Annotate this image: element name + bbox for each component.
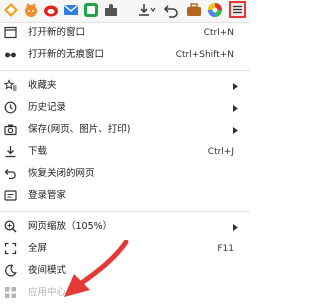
menu-item-bookmarks[interactable]: 收藏夹: [0, 75, 250, 97]
menu-divider: [0, 211, 250, 212]
menu-item-label: 打开新的窗口: [28, 27, 86, 38]
menu-item-history[interactable]: 历史记录: [0, 97, 250, 119]
color-wheel-icon[interactable]: [207, 2, 223, 18]
hamburger-menu-icon: [233, 5, 242, 14]
browser-toolbar: [0, 0, 250, 23]
undo-icon[interactable]: [163, 2, 179, 18]
submenu-arrow-icon: [233, 224, 238, 231]
submenu-arrow-icon: [233, 105, 238, 112]
menu-item-label: 全屏: [28, 243, 48, 254]
annotation-arrow-icon: [64, 240, 129, 297]
extension-diamond-icon[interactable]: [3, 2, 19, 18]
menu-item-shortcut: F11: [217, 244, 234, 254]
menu-item-new-incognito[interactable]: 打开新的无痕窗口 Ctrl+Shift+N: [0, 44, 250, 66]
menu-item-shortcut: Ctrl+N: [203, 28, 234, 38]
menu-item-save[interactable]: 保存(网页、图片、打印): [0, 119, 250, 141]
menu-item-label: 下载: [28, 146, 48, 157]
puzzle-extensions-icon[interactable]: [103, 2, 119, 18]
menu-item-label: 恢复关闭的网页: [28, 168, 95, 179]
menu-item-restore-closed[interactable]: 恢复关闭的网页: [0, 163, 250, 185]
menu-divider: [0, 70, 250, 71]
menu-item-downloads[interactable]: 下载 Ctrl+J: [0, 141, 250, 163]
extension-green-icon[interactable]: [83, 2, 99, 18]
submenu-arrow-icon: [233, 127, 238, 134]
history-clock-icon: [4, 101, 17, 114]
camera-icon: [4, 124, 17, 136]
restore-undo-icon: [4, 169, 16, 180]
fullscreen-icon: [4, 242, 17, 255]
apps-grid-icon: [5, 287, 16, 298]
extension-weibo-icon[interactable]: [43, 2, 59, 18]
menu-item-login-manager[interactable]: 登录管家: [0, 185, 250, 207]
menu-item-label: 打开新的无痕窗口: [28, 49, 105, 60]
moon-icon: [5, 264, 17, 277]
menu-item-shortcut: Ctrl+Shift+N: [175, 50, 234, 60]
extension-cat-icon[interactable]: [23, 2, 39, 18]
zoom-magnifier-icon: [4, 220, 17, 233]
briefcase-icon[interactable]: [186, 2, 202, 18]
download-icon: [5, 146, 16, 158]
new-window-icon: [4, 26, 17, 39]
submenu-arrow-icon: [233, 83, 238, 90]
download-arrow-icon[interactable]: [137, 2, 157, 18]
bookmark-star-icon: [4, 79, 17, 91]
menu-item-label: 网页缩放（105%）: [28, 221, 113, 232]
main-menu-button[interactable]: [229, 1, 246, 18]
menu-item-label: 历史记录: [28, 102, 67, 113]
login-card-icon: [4, 190, 17, 201]
menu-item-shortcut: Ctrl+J: [207, 147, 234, 157]
menu-item-label: 收藏夹: [28, 80, 57, 91]
menu-item-new-window[interactable]: 打开新的窗口 Ctrl+N: [0, 22, 250, 44]
menu-item-label: 登录管家: [28, 190, 67, 201]
incognito-glasses-icon: [5, 52, 16, 58]
extension-mail-icon[interactable]: [63, 2, 79, 18]
menu-item-zoom[interactable]: 网页缩放（105%）: [0, 216, 250, 238]
menu-item-label: 保存(网页、图片、打印): [28, 124, 131, 135]
